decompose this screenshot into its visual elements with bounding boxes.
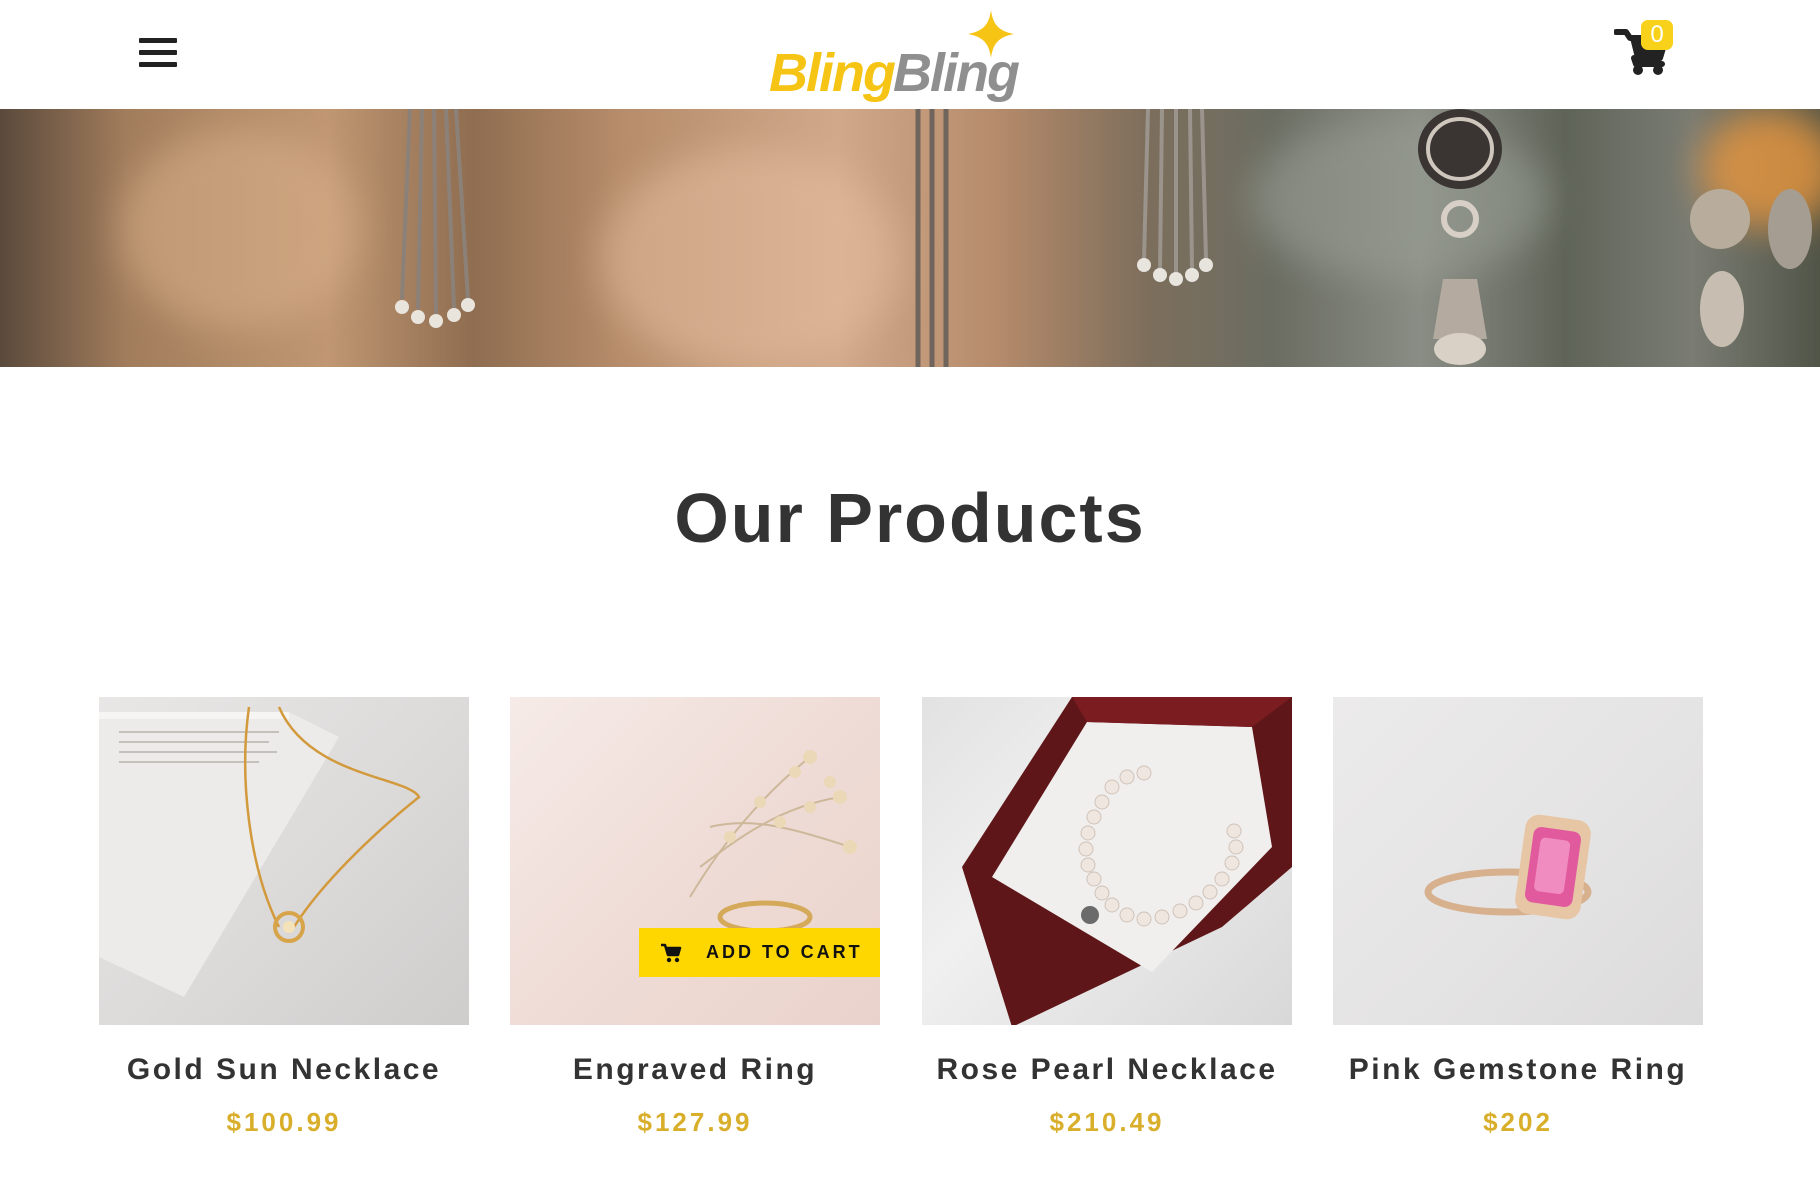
site-header: Bling Bling 0: [0, 0, 1820, 109]
product-price: $210.49: [1049, 1107, 1165, 1137]
product-price: $127.99: [637, 1107, 753, 1137]
product-image[interactable]: ADD TO CART: [510, 697, 880, 1025]
product-price: $100.99: [226, 1107, 342, 1137]
cart-icon: [661, 943, 682, 962]
add-to-cart-label: ADD TO CART: [706, 942, 863, 962]
product-image[interactable]: [922, 697, 1292, 1025]
product-name[interactable]: Gold Sun Necklace: [99, 1053, 469, 1087]
product-image[interactable]: [1333, 697, 1703, 1025]
hamburger-menu-icon[interactable]: [139, 38, 177, 72]
product-name[interactable]: Rose Pearl Necklace: [922, 1053, 1292, 1087]
product-name[interactable]: Engraved Ring: [510, 1053, 880, 1087]
product-card[interactable]: Rose Pearl Necklace $210.49: [922, 697, 1292, 1138]
product-price: $202: [1483, 1107, 1553, 1137]
product-image[interactable]: [99, 697, 469, 1025]
section-title: Our Products: [674, 479, 1146, 557]
product-card[interactable]: Pink Gemstone Ring $202: [1333, 697, 1703, 1138]
site-logo[interactable]: Bling Bling: [765, 8, 1025, 103]
cart-count-badge: 0: [1641, 20, 1673, 50]
logo-word-1: Bling: [769, 43, 896, 103]
product-card[interactable]: Gold Sun Necklace $100.99: [99, 697, 469, 1138]
add-to-cart-button[interactable]: ADD TO CART: [639, 928, 880, 977]
product-name[interactable]: Pink Gemstone Ring: [1333, 1053, 1703, 1087]
logo-word-2: Bling: [893, 43, 1020, 103]
product-card[interactable]: ADD TO CART Engraved Ring $127.99: [510, 697, 880, 1138]
hero-banner-image: [0, 109, 1820, 367]
